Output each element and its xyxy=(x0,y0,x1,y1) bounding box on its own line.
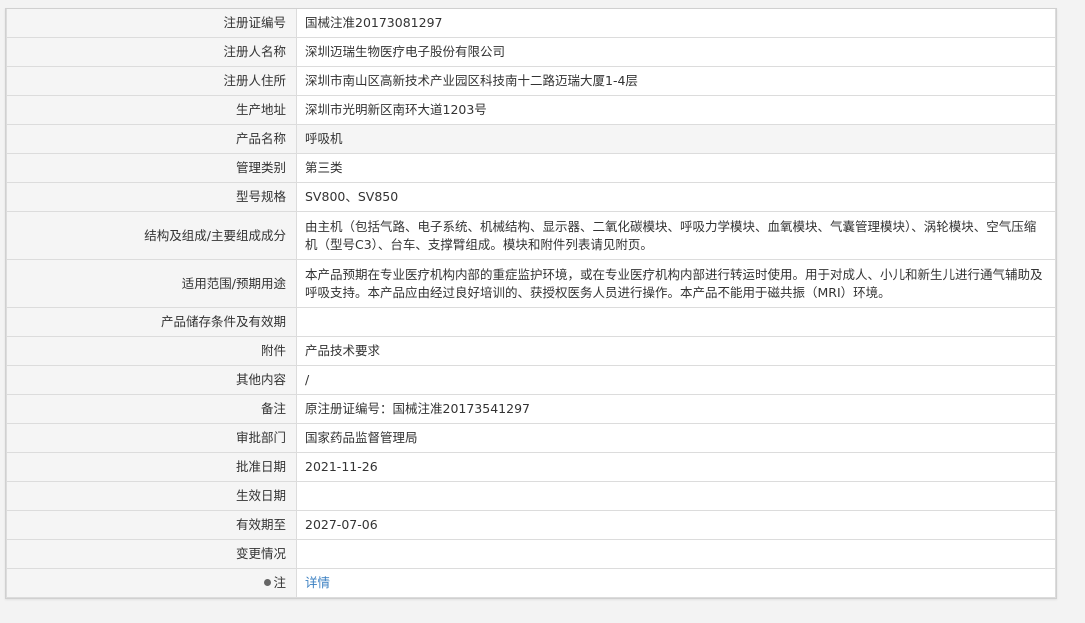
row-value: 国械注准20173081297 xyxy=(296,9,1056,38)
row-remarks: 备注 原注册证编号：国械注准20173541297 xyxy=(6,394,1056,424)
row-change-status: 变更情况 xyxy=(6,539,1056,569)
row-product-name: 产品名称 呼吸机 xyxy=(6,124,1056,154)
row-label: 管理类别 xyxy=(6,153,297,183)
row-registrant-name: 注册人名称 深圳迈瑞生物医疗电子股份有限公司 xyxy=(6,37,1056,67)
row-label: 审批部门 xyxy=(6,423,297,453)
row-label: 生产地址 xyxy=(6,95,297,125)
row-storage-validity: 产品储存条件及有效期 xyxy=(6,307,1056,337)
row-model-spec: 型号规格 SV800、SV850 xyxy=(6,182,1056,212)
row-value: 产品技术要求 xyxy=(296,336,1056,366)
row-label: 注 xyxy=(6,568,297,598)
details-link[interactable]: 详情 xyxy=(305,575,330,590)
row-label: 有效期至 xyxy=(6,510,297,540)
row-label: 型号规格 xyxy=(6,182,297,212)
row-management-category: 管理类别 第三类 xyxy=(6,153,1056,183)
row-label: 注册人住所 xyxy=(6,66,297,96)
row-label: 适用范围/预期用途 xyxy=(6,259,297,308)
row-value: 2027-07-06 xyxy=(296,510,1056,540)
row-intended-use: 适用范围/预期用途 本产品预期在专业医疗机构内部的重症监护环境，或在专业医疗机构… xyxy=(6,259,1056,308)
row-value xyxy=(296,307,1056,337)
row-value: / xyxy=(296,365,1056,395)
registration-detail-panel: 注册证编号 国械注准20173081297 注册人名称 深圳迈瑞生物医疗电子股份… xyxy=(5,8,1057,599)
row-value xyxy=(296,539,1056,569)
row-other-content: 其他内容 / xyxy=(6,365,1056,395)
row-value: 国家药品监督管理局 xyxy=(296,423,1056,453)
row-production-address: 生产地址 深圳市光明新区南环大道1203号 xyxy=(6,95,1056,125)
row-structure-composition: 结构及组成/主要组成成分 由主机（包括气路、电子系统、机械结构、显示器、二氧化碳… xyxy=(6,211,1056,260)
row-attachment: 附件 产品技术要求 xyxy=(6,336,1056,366)
row-label: 结构及组成/主要组成成分 xyxy=(6,211,297,260)
row-value: 呼吸机 xyxy=(296,124,1056,154)
row-value: 深圳市南山区高新技术产业园区科技南十二路迈瑞大厦1-4层 xyxy=(296,66,1056,96)
row-registrant-address: 注册人住所 深圳市南山区高新技术产业园区科技南十二路迈瑞大厦1-4层 xyxy=(6,66,1056,96)
row-value: 深圳市光明新区南环大道1203号 xyxy=(296,95,1056,125)
row-value: 本产品预期在专业医疗机构内部的重症监护环境，或在专业医疗机构内部进行转运时使用。… xyxy=(296,259,1056,308)
registration-detail-table: 注册证编号 国械注准20173081297 注册人名称 深圳迈瑞生物医疗电子股份… xyxy=(6,9,1056,598)
row-value: 详情 xyxy=(296,568,1056,598)
row-value: 由主机（包括气路、电子系统、机械结构、显示器、二氧化碳模块、呼吸力学模块、血氧模… xyxy=(296,211,1056,260)
row-value: 深圳迈瑞生物医疗电子股份有限公司 xyxy=(296,37,1056,67)
row-approval-department: 审批部门 国家药品监督管理局 xyxy=(6,423,1056,453)
row-label: 产品储存条件及有效期 xyxy=(6,307,297,337)
row-label: 附件 xyxy=(6,336,297,366)
row-label: 注册人名称 xyxy=(6,37,297,67)
row-note: 注 详情 xyxy=(6,568,1056,598)
row-label: 生效日期 xyxy=(6,481,297,511)
row-value: 原注册证编号：国械注准20173541297 xyxy=(296,394,1056,424)
row-label: 批准日期 xyxy=(6,452,297,482)
row-value xyxy=(296,481,1056,511)
row-label: 注册证编号 xyxy=(6,9,297,38)
row-effective-date: 生效日期 xyxy=(6,481,1056,511)
row-approval-date: 批准日期 2021-11-26 xyxy=(6,452,1056,482)
row-label: 变更情况 xyxy=(6,539,297,569)
row-value: 第三类 xyxy=(296,153,1056,183)
note-label: 注 xyxy=(273,575,286,590)
row-valid-until: 有效期至 2027-07-06 xyxy=(6,510,1056,540)
row-label: 其他内容 xyxy=(6,365,297,395)
row-registration-number: 注册证编号 国械注准20173081297 xyxy=(6,9,1056,38)
row-label: 备注 xyxy=(6,394,297,424)
row-label: 产品名称 xyxy=(6,124,297,154)
row-value: 2021-11-26 xyxy=(296,452,1056,482)
pin-icon xyxy=(264,579,272,586)
row-value: SV800、SV850 xyxy=(296,182,1056,212)
